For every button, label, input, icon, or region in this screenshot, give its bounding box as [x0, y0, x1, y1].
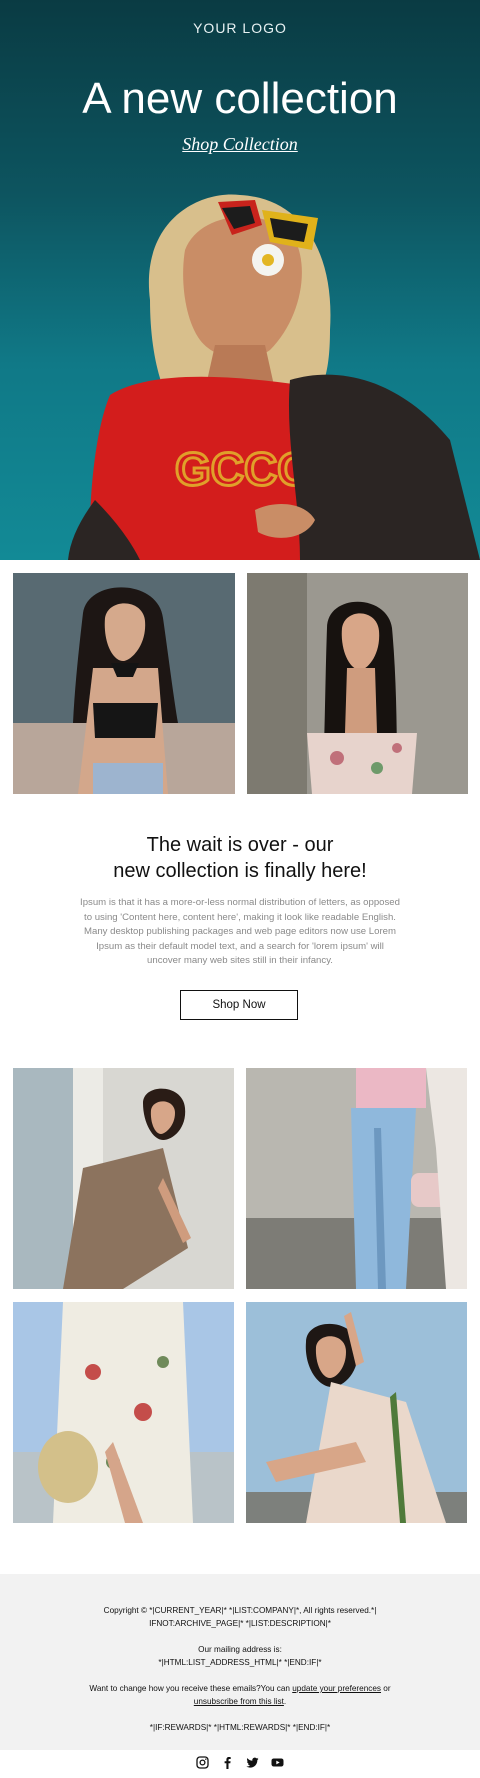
model-photo-3[interactable] [13, 1068, 234, 1289]
instagram-icon[interactable] [196, 1756, 209, 1769]
facebook-icon[interactable] [221, 1756, 234, 1769]
brand-logo[interactable]: YOUR LOGO [0, 20, 480, 36]
mailing-address-block: Our mailing address is: *|HTML:LIST_ADDR… [0, 1630, 480, 1669]
or-text: or [381, 1684, 391, 1693]
rewards-block: *|IF:REWARDS|* *|HTML:REWARDS|* *|END:IF… [0, 1708, 480, 1734]
hero-title: A new collection [82, 74, 398, 123]
intro-body: Ipsum is that it has a more-or-less norm… [80, 897, 400, 966]
model-photo-5[interactable] [13, 1302, 234, 1523]
copyright-block: Copyright © *|CURRENT_YEAR|* *|LIST:COMP… [0, 1574, 480, 1630]
hero-model-photo: GCCG [68, 194, 480, 560]
copyright-line-1: Copyright © *|CURRENT_YEAR|* *|LIST:COMP… [103, 1606, 377, 1615]
twitter-icon[interactable] [246, 1756, 259, 1769]
intro-title-line-1: The wait is over - our [146, 834, 334, 856]
model-photo-1[interactable] [13, 573, 235, 794]
youtube-icon[interactable] [271, 1756, 284, 1769]
shop-collection-link[interactable]: Shop Collection [0, 134, 480, 155]
intro-section: The wait is over - our new collection is… [0, 832, 480, 969]
copyright-line-2: IFNOT:ARCHIVE_PAGE|* *|LIST:DESCRIPTION|… [149, 1619, 331, 1628]
preferences-block: Want to change how you receive these ema… [0, 1669, 480, 1708]
model-photo-6[interactable] [246, 1302, 467, 1523]
rewards-text: *|IF:REWARDS|* *|HTML:REWARDS|* *|END:IF… [149, 1723, 331, 1732]
intro-title-line-2: new collection is finally here! [113, 860, 367, 882]
unsubscribe-link[interactable]: unsubscribe from this list [194, 1697, 284, 1706]
shop-now-button[interactable]: Shop Now [180, 990, 298, 1020]
model-photo-4[interactable] [246, 1068, 467, 1289]
mailing-value: *|HTML:LIST_ADDRESS_HTML|* *|END:IF|* [158, 1658, 322, 1667]
model-photo-2[interactable] [247, 573, 468, 794]
change-text: Want to change how you receive these ema… [89, 1684, 293, 1693]
update-preferences-link[interactable]: update your preferences [292, 1684, 381, 1693]
social-links [0, 1756, 480, 1772]
hero-banner: YOUR LOGO A new collection Shop Collecti… [0, 0, 480, 560]
mailing-label: Our mailing address is: [198, 1645, 282, 1654]
intro-title: The wait is over - our new collection is… [90, 832, 390, 884]
period-text: . [283, 1697, 287, 1706]
footer: Copyright © *|CURRENT_YEAR|* *|LIST:COMP… [0, 1574, 480, 1750]
